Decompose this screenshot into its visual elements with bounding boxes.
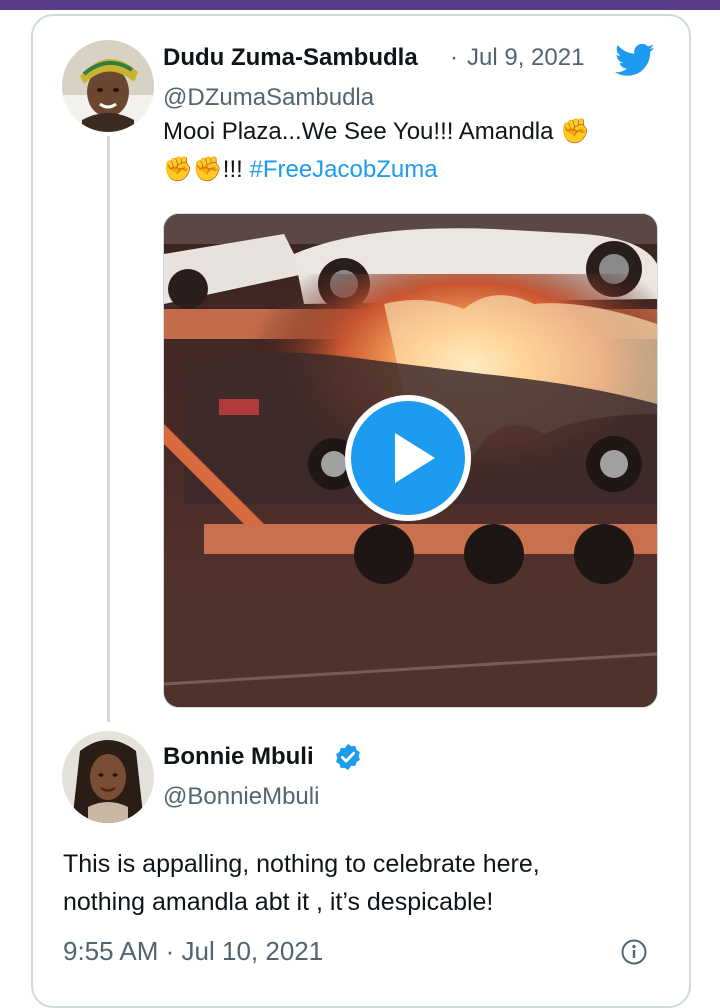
author-name[interactable]: Dudu Zuma-Sambudla bbox=[163, 44, 418, 72]
info-icon[interactable] bbox=[621, 939, 647, 965]
raised-fist-emoji-icon: ✊ bbox=[560, 118, 591, 145]
reply-author-name[interactable]: Bonnie Mbuli bbox=[163, 743, 314, 771]
tweet-separator: · bbox=[450, 44, 458, 71]
reply-separator: · bbox=[165, 936, 175, 966]
reply-timestamp[interactable]: 9:55 AM · Jul 10, 2021 bbox=[63, 936, 323, 967]
reply-author-handle[interactable]: @BonnieMbuli bbox=[163, 783, 319, 811]
top-border-bar bbox=[0, 0, 720, 10]
raised-fist-emoji-icon: ✊ bbox=[192, 156, 223, 183]
play-icon[interactable] bbox=[345, 395, 471, 521]
verified-badge-icon bbox=[333, 742, 363, 772]
reply-time: 9:55 AM bbox=[63, 936, 159, 966]
tweet-text-line1: Mooi Plaza...We See You!!! Amandla bbox=[163, 118, 554, 145]
tweet-date[interactable]: Jul 9, 2021 bbox=[467, 44, 584, 72]
tweet-text-exclaim: !!! bbox=[222, 156, 243, 183]
reply-text: This is appalling, nothing to celebrate … bbox=[63, 845, 540, 921]
hashtag-link[interactable]: #FreeJacobZuma bbox=[249, 156, 437, 183]
author-handle[interactable]: @DZumaSambudla bbox=[163, 84, 374, 112]
reply-text-line2: nothing amandla abt it , it’s despicable… bbox=[63, 888, 494, 916]
reply-text-line1: This is appalling, nothing to celebrate … bbox=[63, 850, 540, 878]
tweet-text: Mooi Plaza...We See You!!! Amandla ✊ ✊✊!… bbox=[163, 113, 663, 189]
raised-fist-emoji-icon: ✊ bbox=[163, 156, 193, 183]
reply-date: Jul 10, 2021 bbox=[181, 936, 324, 966]
thread-connector-line bbox=[107, 136, 110, 722]
avatar-bonnie[interactable] bbox=[62, 731, 154, 823]
avatar-dudu[interactable] bbox=[62, 40, 154, 132]
twitter-bird-icon[interactable] bbox=[613, 40, 657, 80]
